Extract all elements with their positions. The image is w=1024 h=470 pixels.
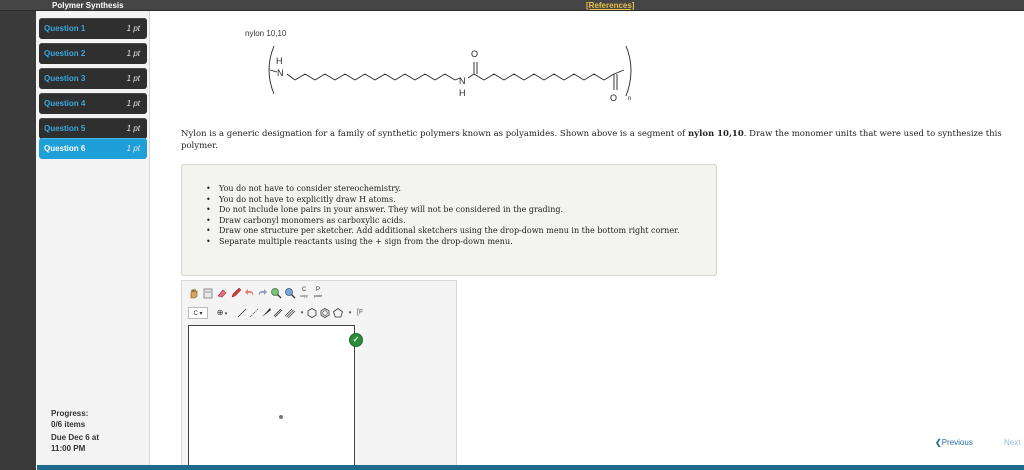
progress-panel: Progress: 0/6 items Due Dec 6 at 11:00 P… — [51, 408, 99, 454]
question-sidebar: Question 1 1 pt Question 2 1 pt Question… — [36, 11, 150, 470]
copy-sub-label: copy — [300, 294, 308, 298]
copy-button[interactable]: C copy — [298, 287, 310, 299]
zoom-out-icon[interactable] — [284, 287, 296, 299]
check-answer-icon[interactable]: ✓ — [349, 333, 363, 347]
left-strip — [0, 11, 36, 470]
molecule-name: nylon 10,10 — [245, 29, 287, 38]
atom-h-mid: H — [459, 88, 466, 98]
bracket-tool-button[interactable]: [F — [354, 307, 366, 319]
instructions-box: You do not have to consider stereochemis… — [181, 164, 717, 276]
repeat-index: n — [628, 96, 631, 102]
instructions-list: You do not have to consider stereochemis… — [204, 184, 680, 247]
benzene-icon[interactable] — [319, 307, 331, 319]
instruction-item: Separate multiple reactants using the + … — [204, 237, 680, 248]
open-file-icon[interactable] — [202, 287, 214, 299]
cyclopentane-icon[interactable] — [332, 307, 344, 319]
sketcher-toolbar-top: C copy P paste — [188, 287, 448, 303]
atom-o-top: O — [471, 49, 478, 59]
sketch-canvas[interactable] — [188, 325, 355, 470]
copy-label: C — [301, 287, 307, 293]
assignment-title: Polymer Synthesis — [52, 1, 124, 10]
atom-o-bottom: O — [610, 93, 617, 103]
instruction-item: Draw carbonyl monomers as carboxylic aci… — [204, 216, 680, 227]
hash-bond-icon[interactable] — [248, 307, 260, 319]
pencil-icon[interactable] — [230, 287, 242, 299]
undo-icon[interactable] — [244, 287, 256, 299]
eraser-icon[interactable] — [216, 287, 228, 299]
question-label: Question 6 — [44, 144, 86, 153]
nylon-structure-diagram: H N N H O O n — [268, 45, 632, 103]
question-label: Question 3 — [44, 74, 86, 83]
bottom-bar — [37, 465, 1024, 470]
redo-icon[interactable] — [256, 287, 268, 299]
question-points: 1 pt — [126, 24, 140, 33]
question-label: Question 1 — [44, 24, 86, 33]
question-label: Question 2 — [44, 49, 86, 58]
paste-sub-label: paste — [313, 294, 323, 298]
sidebar-item-question-6[interactable]: Question 6 1 pt — [39, 138, 147, 159]
question-points: 1 pt — [126, 99, 140, 108]
element-select[interactable]: C ▾ — [188, 307, 208, 319]
next-button[interactable]: Next — [1004, 438, 1020, 447]
canvas-dot — [279, 415, 283, 419]
sidebar-item-question-4[interactable]: Question 4 1 pt — [39, 93, 147, 114]
instruction-item: Do not include lone pairs in your answer… — [204, 205, 680, 216]
due-date-line-2: 11:00 PM — [51, 444, 86, 453]
cyclohexane-icon[interactable] — [306, 307, 318, 319]
progress-label: Progress: — [51, 409, 89, 418]
sidebar-item-question-5[interactable]: Question 5 1 pt — [39, 118, 147, 139]
bracket-label-2: F — [358, 309, 364, 316]
wedge-bond-icon[interactable] — [260, 307, 272, 319]
double-bond-icon[interactable] — [272, 307, 284, 319]
charge-select[interactable]: ⊕ ▾ — [212, 307, 232, 319]
due-date-line-1: Due Dec 6 at — [51, 433, 100, 442]
question-points: 1 pt — [126, 124, 140, 133]
sidebar-item-question-1[interactable]: Question 1 1 pt — [39, 18, 147, 39]
next-label: Next — [1004, 438, 1021, 447]
atom-n-left: N — [277, 68, 284, 78]
question-label: Question 4 — [44, 99, 86, 108]
prompt-text-pre: Nylon is a generic designation for a fam… — [181, 129, 688, 139]
sketcher-toolbar-bottom: C ▾ ⊕ ▾ ▾ ▾ [F — [188, 307, 448, 323]
question-prompt: Nylon is a generic designation for a fam… — [181, 128, 1011, 152]
single-bond-icon[interactable] — [236, 307, 248, 319]
atom-n-mid: N — [459, 76, 466, 86]
instruction-item: You do not have to explicitly draw H ato… — [204, 195, 680, 206]
prompt-polymer-name: nylon 10,10 — [687, 129, 744, 139]
question-label: Question 5 — [44, 124, 86, 133]
zoom-in-icon[interactable] — [270, 287, 282, 299]
question-points: 1 pt — [126, 144, 140, 153]
references-link[interactable]: [References] — [586, 0, 634, 11]
paste-button[interactable]: P paste — [312, 287, 324, 299]
previous-button[interactable]: ❮Previous — [935, 438, 973, 447]
hand-icon[interactable] — [188, 287, 200, 299]
sidebar-item-question-3[interactable]: Question 3 1 pt — [39, 68, 147, 89]
instruction-item: Draw one structure per sketcher. Add add… — [204, 226, 680, 237]
chevron-left-icon: ❮ — [935, 438, 942, 447]
atom-h-left: H — [276, 56, 283, 66]
sidebar-item-question-2[interactable]: Question 2 1 pt — [39, 43, 147, 64]
paste-label: P — [315, 287, 320, 293]
question-points: 1 pt — [126, 74, 140, 83]
top-bar: Polymer Synthesis [References] — [0, 0, 1024, 11]
progress-value: 0/6 items — [51, 420, 86, 429]
question-points: 1 pt — [126, 49, 140, 58]
previous-label: Previous — [941, 438, 973, 447]
molecule-sketcher: C copy P paste C ▾ ⊕ ▾ ▾ ▾ [F ✓ — [181, 280, 457, 470]
instruction-item: You do not have to consider stereochemis… — [204, 184, 680, 195]
element-label: C — [193, 311, 198, 317]
triple-bond-icon[interactable] — [284, 307, 296, 319]
